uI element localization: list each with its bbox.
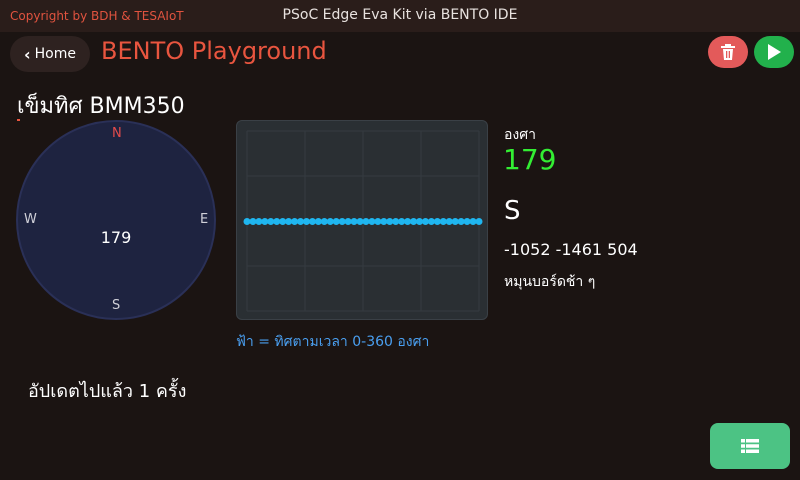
- compass-north-label: N: [112, 126, 122, 141]
- compass-heading-value: 179: [100, 228, 132, 247]
- delete-button[interactable]: [708, 36, 748, 68]
- home-button-label: Home: [34, 46, 76, 62]
- list-view-button[interactable]: [710, 423, 790, 469]
- window-title: PSoC Edge Eva Kit via BENTO IDE: [282, 7, 518, 23]
- heading-chart: [236, 120, 488, 320]
- heading-chart-svg: [243, 130, 483, 312]
- sensor-title: เข็มทิศ BMM350: [17, 94, 185, 119]
- home-button[interactable]: ‹ Home: [10, 36, 90, 72]
- chevron-left-icon: ‹: [24, 44, 31, 64]
- app-title: BENTO Playground: [101, 37, 327, 65]
- title-underline: [17, 119, 20, 121]
- compass-east-label: E: [200, 212, 209, 227]
- play-icon: [768, 44, 781, 60]
- degree-value: 179: [503, 143, 557, 176]
- chart-data-point: [475, 218, 483, 225]
- rotate-hint: หมุนบอร์ดช้า ๆ: [504, 274, 596, 290]
- raw-xyz-values: -1052 -1461 504: [504, 240, 638, 259]
- trash-icon: [721, 44, 735, 60]
- compass-south-label: S: [112, 298, 121, 313]
- list-icon: [741, 439, 759, 453]
- compass-west-label: W: [24, 212, 37, 227]
- run-button[interactable]: [754, 36, 794, 68]
- chart-caption: ฟ้า = ทิศตามเวลา 0-360 องศา: [236, 334, 430, 350]
- direction-value: S: [504, 196, 521, 226]
- update-count-text: อัปเดตไปแล้ว 1 ครั้ง: [28, 381, 187, 402]
- compass-dial: N S W E 179: [16, 120, 216, 320]
- top-bar: Copyright by BDH & TESAIoT PSoC Edge Eva…: [0, 0, 800, 32]
